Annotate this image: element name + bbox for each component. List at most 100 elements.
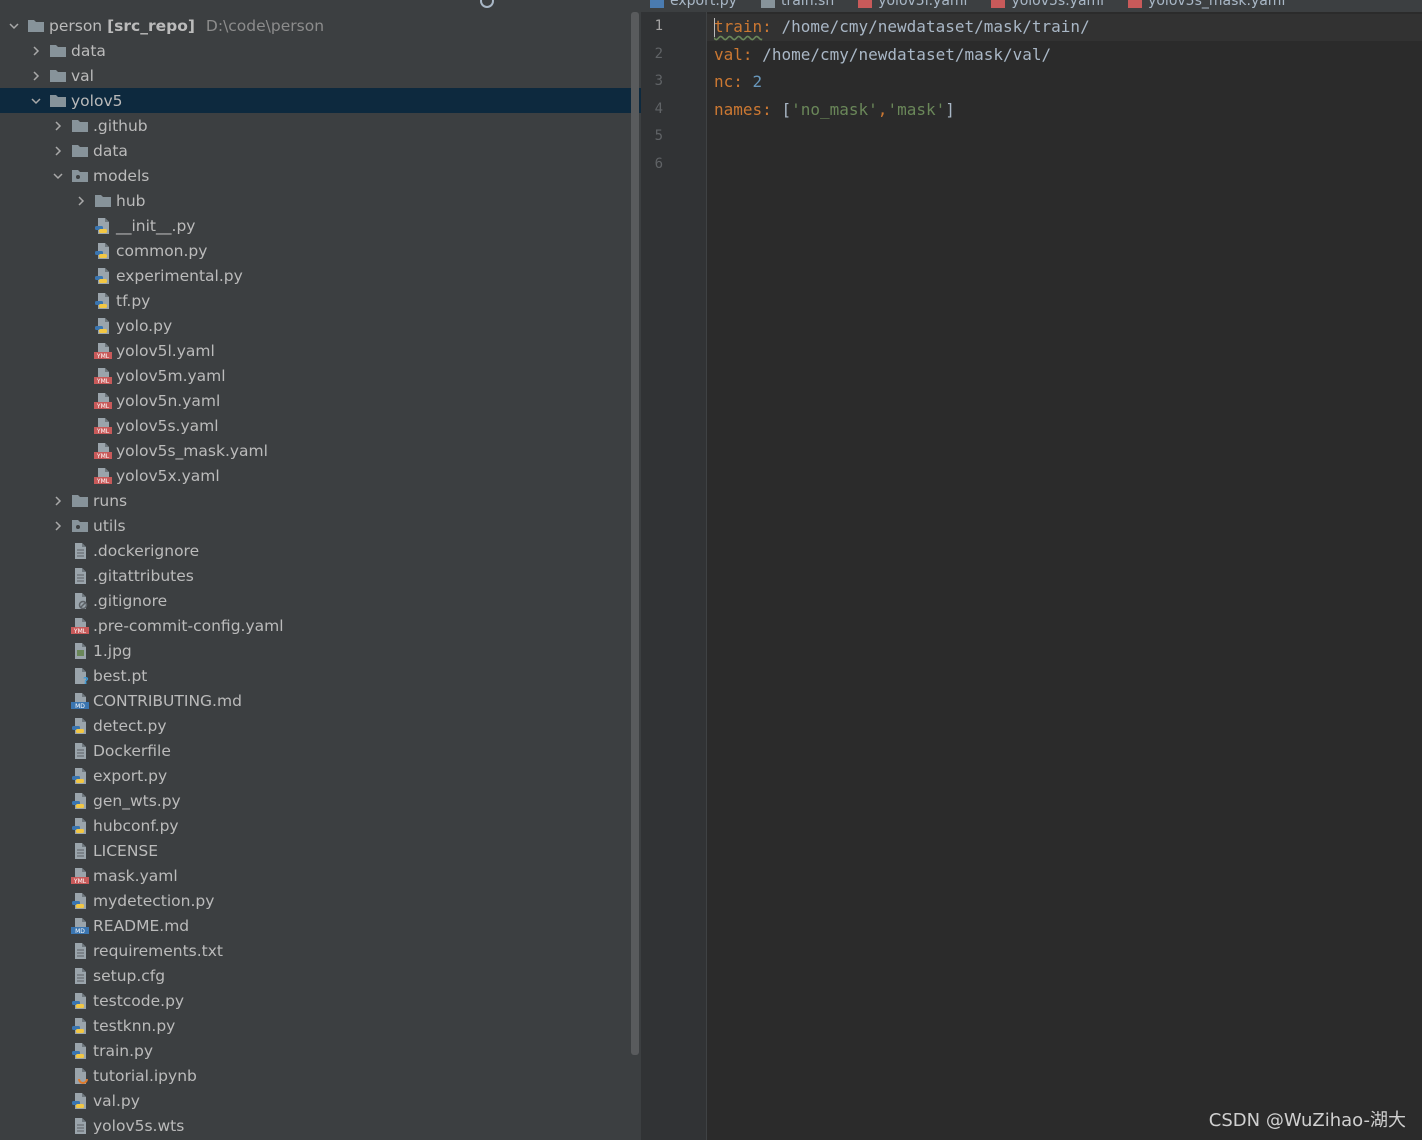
- tree-folder-item[interactable]: hub: [0, 188, 641, 213]
- tree-file-item[interactable]: setup.cfg: [0, 963, 641, 988]
- root-label: person: [49, 16, 103, 35]
- tree-item-label: yolov5s.yaml: [116, 416, 219, 435]
- tree-file-item[interactable]: gen_wts.py: [0, 788, 641, 813]
- editor-tabs: export.py train.sh yolov5l.yaml yolov5s.yam…: [650, 0, 1285, 9]
- text-file-icon: [71, 1117, 89, 1135]
- tree-root[interactable]: person [src_repo] D:\code\person: [0, 13, 641, 38]
- tree-file-item[interactable]: __init__.py: [0, 213, 641, 238]
- svg-text:YML: YML: [96, 478, 110, 485]
- tree-file-item[interactable]: YML yolov5x.yaml: [0, 463, 641, 488]
- tree-file-item[interactable]: YML yolov5s_mask.yaml: [0, 438, 641, 463]
- editor-tab[interactable]: yolov5s.yaml: [991, 0, 1104, 9]
- tree-file-item[interactable]: tutorial.ipynb: [0, 1063, 641, 1088]
- editor-tab-label: yolov5s_mask.yaml: [1148, 0, 1286, 9]
- folder-icon: [49, 42, 67, 60]
- text-file-icon: [71, 542, 89, 560]
- tree-folder-item[interactable]: utils: [0, 513, 641, 538]
- editor-tab[interactable]: export.py: [650, 0, 737, 9]
- tree-file-item[interactable]: .dockerignore: [0, 538, 641, 563]
- tree-file-item[interactable]: experimental.py: [0, 263, 641, 288]
- tree-item-label: yolov5m.yaml: [116, 366, 226, 385]
- tree-file-item[interactable]: yolov5s.wts: [0, 1113, 641, 1138]
- file-icon: [760, 0, 775, 8]
- yaml-file-icon: [1128, 0, 1143, 8]
- tree-file-item[interactable]: val.py: [0, 1088, 641, 1113]
- tree-file-item[interactable]: YML yolov5n.yaml: [0, 388, 641, 413]
- tree-file-item[interactable]: Dockerfile: [0, 738, 641, 763]
- tree-file-item[interactable]: export.py: [0, 763, 641, 788]
- tree-file-item[interactable]: tf.py: [0, 288, 641, 313]
- code-line-2[interactable]: val: /home/cmy/newdataset/mask/val/: [714, 45, 1051, 64]
- tree-file-item[interactable]: train.py: [0, 1038, 641, 1063]
- svg-text:MD: MD: [75, 703, 85, 710]
- tree-file-item[interactable]: yolo.py: [0, 313, 641, 338]
- python-file-icon: [71, 717, 89, 735]
- tree-item-label: detect.py: [93, 716, 167, 735]
- line-number: 4: [654, 100, 663, 117]
- yaml-file-icon: YML: [94, 392, 112, 410]
- tree-file-item[interactable]: YML yolov5m.yaml: [0, 363, 641, 388]
- tree-file-item[interactable]: YML yolov5l.yaml: [0, 338, 641, 363]
- tree-file-item[interactable]: testcode.py: [0, 988, 641, 1013]
- notebook-file-icon: [71, 1067, 89, 1085]
- root-path: D:\code\person: [205, 16, 325, 35]
- tree-file-item[interactable]: 1.jpg: [0, 638, 641, 663]
- tree-item-label: .github: [93, 116, 148, 135]
- tree-folder-item[interactable]: runs: [0, 488, 641, 513]
- tree-item-label: tf.py: [116, 291, 151, 310]
- python-file-icon: [650, 0, 664, 8]
- chevron-right-icon[interactable]: [51, 144, 65, 158]
- folder-icon: [49, 67, 67, 85]
- code-editor[interactable]: train: /home/cmy/newdataset/mask/train/ …: [707, 12, 1422, 1140]
- tree-folder-item[interactable]: models: [0, 163, 641, 188]
- tree-file-item[interactable]: LICENSE: [0, 838, 641, 863]
- tree-file-item[interactable]: .gitignore: [0, 588, 641, 613]
- chevron-right-icon[interactable]: [51, 494, 65, 508]
- tree-file-item[interactable]: ? best.pt: [0, 663, 641, 688]
- tree-folder-item[interactable]: data: [0, 138, 641, 163]
- chevron-right-icon[interactable]: [29, 69, 43, 83]
- tree-file-item[interactable]: detect.py: [0, 713, 641, 738]
- tree-file-item[interactable]: MD README.md: [0, 913, 641, 938]
- tree-item-label: setup.cfg: [93, 966, 166, 985]
- tree-item-label: Dockerfile: [93, 741, 171, 760]
- tree-file-item[interactable]: YML yolov5s.yaml: [0, 413, 641, 438]
- editor-tab[interactable]: yolov5l.yaml: [858, 0, 967, 9]
- tree-file-item[interactable]: requirements.txt: [0, 938, 641, 963]
- folder-icon: [49, 92, 67, 110]
- code-line-1[interactable]: train: /home/cmy/newdataset/mask/train/: [714, 17, 1090, 37]
- tree-item-label: testknn.py: [93, 1016, 176, 1035]
- chevron-right-icon[interactable]: [74, 194, 88, 208]
- tree-file-item[interactable]: common.py: [0, 238, 641, 263]
- code-line-4[interactable]: names: ['no_mask','mask']: [714, 100, 955, 119]
- tree-file-item[interactable]: MD CONTRIBUTING.md: [0, 688, 641, 713]
- tree-file-item[interactable]: hubconf.py: [0, 813, 641, 838]
- tree-file-item[interactable]: YML .pre-commit-config.yaml: [0, 613, 641, 638]
- chevron-down-icon[interactable]: [7, 19, 21, 33]
- folder-icon: [71, 492, 89, 510]
- code-line-3[interactable]: nc: 2: [714, 72, 762, 91]
- code-key: val: [714, 45, 743, 64]
- tree-file-item[interactable]: mydetection.py: [0, 888, 641, 913]
- tree-folder-item[interactable]: data: [0, 38, 641, 63]
- tree-file-item[interactable]: YML mask.yaml: [0, 863, 641, 888]
- tree-scrollbar[interactable]: [631, 12, 639, 1055]
- tree-folder-item[interactable]: yolov5: [0, 88, 641, 113]
- chevron-down-icon[interactable]: [29, 94, 43, 108]
- yaml-file-icon: YML: [94, 442, 112, 460]
- tree-folder-item[interactable]: .github: [0, 113, 641, 138]
- svg-text:YML: YML: [73, 878, 87, 885]
- chevron-right-icon[interactable]: [51, 519, 65, 533]
- svg-text:MD: MD: [75, 928, 85, 935]
- chevron-right-icon[interactable]: [51, 119, 65, 133]
- chevron-down-icon[interactable]: [51, 169, 65, 183]
- globe-icon[interactable]: [480, 0, 494, 8]
- editor-tab[interactable]: train.sh: [760, 0, 834, 9]
- editor-tab[interactable]: yolov5s_mask.yaml: [1128, 0, 1285, 9]
- tree-folder-item[interactable]: val: [0, 63, 641, 88]
- chevron-right-icon[interactable]: [29, 44, 43, 58]
- unknown-file-icon: ?: [71, 667, 89, 687]
- tree-file-item[interactable]: .gitattributes: [0, 563, 641, 588]
- tree-file-item[interactable]: testknn.py: [0, 1013, 641, 1038]
- tree-item-label: requirements.txt: [93, 941, 223, 960]
